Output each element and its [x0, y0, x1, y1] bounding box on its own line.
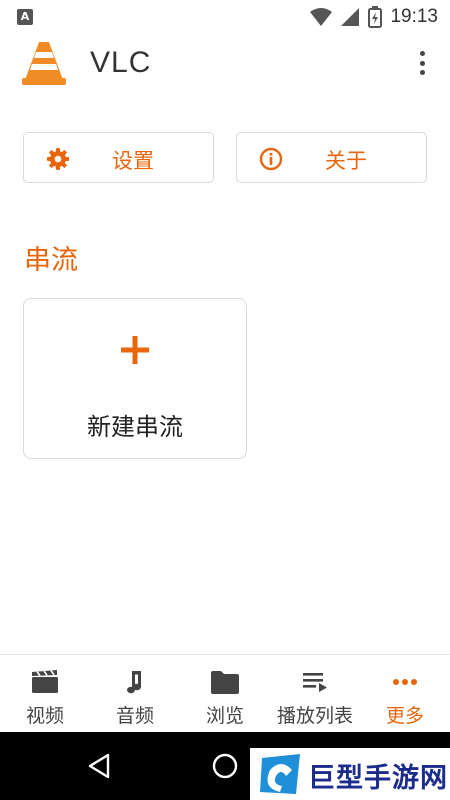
more-icon — [393, 679, 417, 685]
status-icons: 19:13 — [310, 6, 438, 28]
about-button[interactable]: 关于 — [236, 132, 427, 183]
nav-label-playlists: 播放列表 — [276, 705, 353, 727]
notification-icon: A — [17, 9, 33, 25]
info-icon — [259, 147, 283, 171]
battery-icon — [368, 6, 383, 28]
playlist-icon — [303, 673, 327, 692]
vlc-cone-icon — [22, 42, 66, 85]
nav-item-more[interactable]: 更多 — [360, 655, 450, 732]
back-icon[interactable] — [86, 752, 114, 780]
signal-icon — [341, 8, 360, 26]
nav-item-audio[interactable]: 音频 — [90, 655, 180, 732]
new-stream-label: 新建串流 — [87, 413, 183, 441]
nav-label-audio: 音频 — [115, 705, 154, 727]
nav-item-video[interactable]: 视频 — [0, 655, 90, 732]
bottom-navigation: 视频 音频 浏览 播放列表 更多 — [0, 654, 450, 732]
app-title: VLC — [90, 46, 152, 79]
dot — [419, 51, 425, 56]
overflow-menu-button[interactable] — [416, 48, 428, 78]
plus-icon — [121, 336, 149, 364]
status-bar: A 19:13 — [0, 0, 450, 34]
watermark: 巨型手游网 — [250, 748, 450, 800]
gear-icon — [47, 148, 69, 170]
section-title-streaming: 串流 — [24, 245, 78, 276]
settings-label: 设置 — [112, 149, 154, 173]
nav-label-browse: 浏览 — [205, 705, 244, 727]
music-icon — [127, 671, 141, 694]
video-icon — [32, 670, 58, 693]
nav-label-more: 更多 — [385, 705, 424, 727]
settings-button[interactable]: 设置 — [23, 132, 214, 183]
dot — [419, 60, 425, 66]
dot — [419, 70, 425, 75]
watermark-logo-icon — [260, 754, 300, 794]
watermark-text: 巨型手游网 — [308, 763, 448, 794]
wifi-icon — [310, 8, 333, 26]
new-stream-card[interactable]: 新建串流 — [23, 298, 247, 459]
home-icon[interactable] — [211, 752, 239, 780]
app-screen: A 19:13 VLC 设置 关于 串流 新建串流 视频 音频 浏览 播放列表 … — [0, 0, 450, 800]
app-bar: VLC — [0, 34, 450, 96]
nav-item-browse[interactable]: 浏览 — [180, 655, 270, 732]
nav-label-video: 视频 — [25, 705, 64, 727]
clock: 19:13 — [390, 6, 438, 27]
folder-icon — [211, 671, 239, 694]
about-label: 关于 — [325, 149, 367, 173]
nav-item-playlists[interactable]: 播放列表 — [270, 655, 360, 732]
